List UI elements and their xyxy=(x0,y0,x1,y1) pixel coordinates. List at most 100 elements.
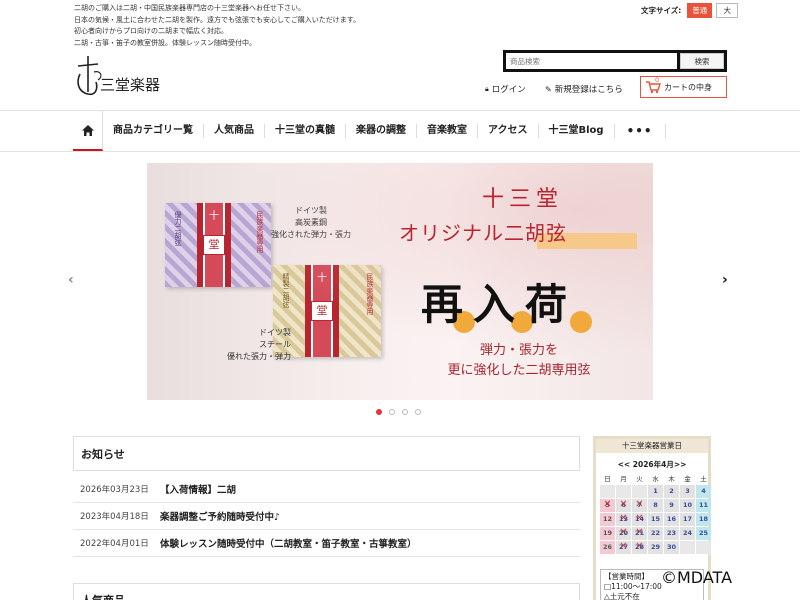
calendar-day: 2 xyxy=(664,485,679,498)
banner-restock: 再入荷 xyxy=(421,280,578,329)
carousel-dot[interactable] xyxy=(415,409,421,415)
package-mark: 十 xyxy=(209,211,219,222)
news-heading: お知らせ xyxy=(73,436,580,471)
calendar-day: 19 xyxy=(600,527,615,540)
font-size-switcher: 文字サイズ: 普通 大 xyxy=(641,3,739,18)
calendar-day: 26 xyxy=(600,541,615,554)
calendar-day: 15 xyxy=(648,513,663,526)
carousel-dots xyxy=(376,409,421,415)
news-title[interactable]: 【入荷情報】二胡 xyxy=(160,482,236,496)
calendar-weekdays: 日月火水木金土 xyxy=(600,473,708,483)
calendar-day: 18 xyxy=(696,513,711,526)
nav-more-button[interactable]: ••• xyxy=(615,124,666,138)
banner-spec-top: ドイツ製 高炭素鋼 強化された弾力・張力 xyxy=(271,206,351,239)
calendar-day: 5 xyxy=(600,498,615,512)
carousel-prev-button[interactable]: ‹ xyxy=(68,272,74,288)
carousel-dot[interactable] xyxy=(402,409,408,415)
calendar-day: 7 xyxy=(632,498,647,512)
package-side-label: 民族楽器専用 xyxy=(256,211,264,253)
calendar-title: 十三堂楽器営業日 xyxy=(596,439,708,453)
calendar-day xyxy=(680,541,695,554)
calendar-day: 22 xyxy=(648,527,663,540)
intro-line: 二胡・古箏・笛子の教室併設。体験レッスン随時受付中。 xyxy=(74,38,256,47)
banner-spec-bottom: ドイツ製 スチール 優れた張力・弾力 xyxy=(227,328,291,361)
carousel-dot[interactable] xyxy=(389,409,395,415)
news-date: 2023年04月18日 xyxy=(80,512,149,522)
weekday-label: 土 xyxy=(700,475,707,483)
calendar-day xyxy=(632,485,647,498)
logo-text: 三堂楽器 xyxy=(100,76,161,94)
cart-label: カートの中身 xyxy=(664,82,712,92)
calendar-grid: 1234567891011121314151617181920212223242… xyxy=(600,485,711,554)
calendar-day: 27 xyxy=(616,540,631,554)
calendar-day: 17 xyxy=(680,513,695,526)
weekday-label: 金 xyxy=(684,475,691,483)
register-link[interactable]: ✎ 新規登録はこちら xyxy=(545,83,623,96)
news-date: 2022年04月01日 xyxy=(80,539,149,549)
calendar-day: 8 xyxy=(648,499,663,512)
calendar-day: 11 xyxy=(696,499,711,512)
nav-item-adjustment[interactable]: 楽器の調整 xyxy=(346,124,417,138)
weekday-label: 火 xyxy=(636,475,643,483)
banner-brand: 十三堂 xyxy=(482,187,564,212)
popular-heading: 人気商品 xyxy=(73,583,580,600)
calendar-day: 12 xyxy=(600,513,615,526)
search-input[interactable] xyxy=(506,53,677,69)
pencil-icon: ✎ xyxy=(545,84,552,94)
cart-count: 0 xyxy=(655,76,660,84)
calendar-day: 1 xyxy=(648,485,663,498)
package-side-label: 民族楽器専用 xyxy=(366,273,374,315)
carousel-dot[interactable] xyxy=(376,409,382,415)
calendar-day: 4 xyxy=(696,485,711,498)
calendar-day: 24 xyxy=(680,527,695,540)
news-date: 2026年03月23日 xyxy=(80,485,149,495)
calendar-day: 29 xyxy=(648,541,663,554)
news-item[interactable]: 2022年04月01日 体験レッスン随時受付中（二胡教室・笛子教室・古箏教室） xyxy=(73,530,580,557)
news-title[interactable]: 体験レッスン随時受付中（二胡教室・笛子教室・古箏教室） xyxy=(160,536,417,550)
banner-headline: オリジナル二胡弦 xyxy=(399,221,567,245)
main-nav: 商品カテゴリー覧 人気商品 十三堂の真髄 楽器の調整 音楽教室 アクセス 十三堂… xyxy=(0,110,800,152)
register-label: 新規登録はこちら xyxy=(554,85,623,95)
site-intro: 二胡のご購入は二胡・中国民族楽器専門店の十三堂楽器へお任せ下さい。 日本の気候・… xyxy=(74,3,474,49)
nav-item-essence[interactable]: 十三堂の真髄 xyxy=(265,124,346,138)
calendar-day: 21 xyxy=(632,526,647,540)
nav-item-popular[interactable]: 人気商品 xyxy=(204,124,265,138)
home-icon xyxy=(81,124,94,136)
carousel-next-button[interactable]: › xyxy=(722,272,728,288)
calendar-day: 28 xyxy=(632,540,647,554)
search-button[interactable]: 検索 xyxy=(680,53,724,69)
string-package-gold: 十 堂 精製二胡弦 民族楽器専用 xyxy=(273,265,381,357)
calendar-day xyxy=(616,485,631,498)
site-logo[interactable]: 三堂楽器 xyxy=(74,52,164,98)
news-title[interactable]: 楽器調整ご予約随時受付中♪ xyxy=(160,509,280,523)
watermark: ©MDATA xyxy=(661,568,733,587)
calendar-day: 6 xyxy=(616,498,631,512)
weekday-label: 日 xyxy=(604,475,611,483)
news-item[interactable]: 2026年03月23日 【入荷情報】二胡 xyxy=(73,476,580,503)
nav-item-blog[interactable]: 十三堂Blog xyxy=(539,124,615,138)
calendar-day: 20 xyxy=(616,526,631,540)
cart-button[interactable]: 0 カートの中身 xyxy=(640,76,727,98)
hero-banner[interactable]: 十 堂 優力二胡弦 民族楽器専用 十 堂 精製二胡弦 民族楽器専用 ドイツ製 高炭… xyxy=(147,163,653,400)
calendar-day: 16 xyxy=(664,513,679,526)
calendar-month-nav[interactable]: << 2026年4月>> xyxy=(596,459,708,470)
intro-line: 初心者向けからプロ向けの二胡まで幅広く対応。 xyxy=(74,27,228,35)
calendar-day: 13 xyxy=(616,512,631,526)
nav-item-access[interactable]: アクセス xyxy=(478,124,539,138)
package-label: 優力二胡弦 xyxy=(174,211,182,246)
calendar-day xyxy=(600,485,615,498)
login-link[interactable]: 🔒︎ ログイン xyxy=(485,83,526,96)
package-stamp: 堂 xyxy=(311,301,333,321)
news-item[interactable]: 2023年04月18日 楽器調整ご予約随時受付中♪ xyxy=(73,503,580,530)
string-package-purple: 十 堂 優力二胡弦 民族楽器専用 xyxy=(165,203,271,287)
calendar-day: 14 xyxy=(632,512,647,526)
font-size-normal-button[interactable]: 普通 xyxy=(687,3,713,18)
font-size-large-button[interactable]: 大 xyxy=(716,3,739,18)
font-size-label: 文字サイズ: xyxy=(641,6,682,15)
nav-home[interactable] xyxy=(73,111,103,151)
nav-item-categories[interactable]: 商品カテゴリー覧 xyxy=(103,124,204,138)
nav-item-school[interactable]: 音楽教室 xyxy=(417,124,478,138)
weekday-label: 水 xyxy=(652,475,659,483)
weekday-label: 月 xyxy=(620,475,627,483)
intro-line: 二胡のご購入は二胡・中国民族楽器専門店の十三堂楽器へお任せ下さい。 xyxy=(74,4,305,12)
